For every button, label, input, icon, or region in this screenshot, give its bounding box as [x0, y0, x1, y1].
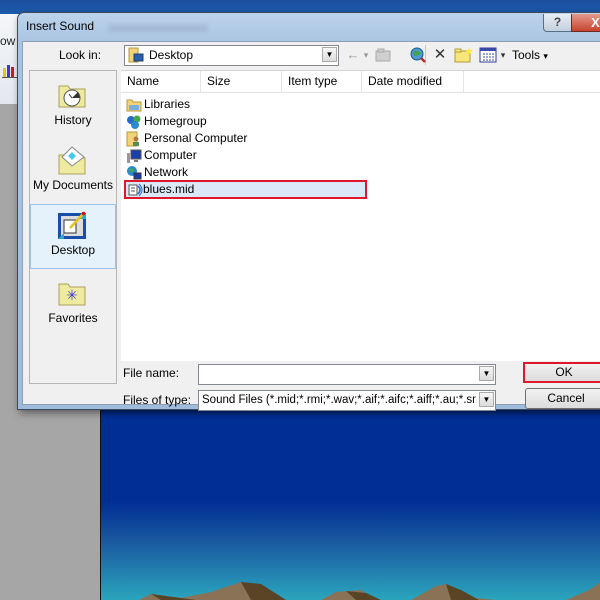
delete-icon[interactable]: ✕: [432, 46, 448, 64]
mountain-graphic: [139, 582, 600, 600]
back-dropdown-icon[interactable]: ▾: [362, 46, 370, 64]
tools-dropdown-icon: ▾: [543, 51, 548, 61]
list-item[interactable]: Computer: [126, 147, 366, 164]
files-of-type-label: Files of type:: [123, 393, 192, 407]
user-folder-icon: [126, 131, 139, 147]
column-item-type[interactable]: Item type: [282, 71, 362, 92]
slide-canvas[interactable]: [100, 402, 600, 600]
computer-icon: [127, 149, 142, 163]
insert-sound-dialog: Insert Sound ? X Look in: Desktop ▼ ← ▾ …: [17, 12, 600, 411]
file-name-label: File name:: [123, 366, 180, 380]
network-icon: [127, 166, 142, 180]
svg-text:✳: ✳: [66, 287, 78, 303]
place-history[interactable]: History: [30, 75, 116, 137]
my-documents-icon: [58, 146, 86, 175]
list-item[interactable]: Homegroup: [126, 113, 366, 130]
back-arrow-icon[interactable]: ←: [345, 46, 361, 64]
file-name: Computer: [144, 148, 197, 162]
ribbon-tab-fragment: ow: [0, 34, 16, 48]
dialog-client-area: Look in: Desktop ▼ ← ▾ ✕ ▾ Tools ▾ Histo…: [22, 41, 600, 411]
list-item[interactable]: Personal Computer: [126, 130, 366, 147]
list-item[interactable]: Network: [126, 164, 366, 181]
tools-label: Tools: [512, 48, 541, 62]
chevron-down-icon[interactable]: ▼: [479, 392, 494, 407]
new-folder-icon[interactable]: [454, 46, 474, 64]
place-favorites[interactable]: ✳ Favorites: [30, 273, 116, 335]
homegroup-icon: [127, 115, 141, 129]
list-item-selected[interactable]: blues.mid: [124, 180, 367, 199]
chevron-down-icon[interactable]: ▼: [479, 366, 494, 381]
chevron-down-icon[interactable]: ▼: [322, 47, 337, 62]
place-label: History: [54, 113, 92, 127]
desktop-folder-icon: [128, 47, 144, 63]
libraries-icon: [126, 99, 142, 112]
file-name: Libraries: [144, 97, 191, 111]
ok-button[interactable]: OK: [523, 362, 600, 383]
file-list-header: Name Size Item type Date modified: [121, 71, 600, 93]
file-name-input[interactable]: ▼: [198, 364, 496, 385]
column-date-modified[interactable]: Date modified: [362, 71, 464, 92]
column-name[interactable]: Name: [121, 71, 201, 92]
column-size[interactable]: Size: [201, 71, 282, 92]
file-name: Homegroup: [144, 114, 207, 128]
views-icon[interactable]: [479, 46, 497, 64]
dialog-title: Insert Sound: [26, 19, 95, 33]
place-desktop[interactable]: Desktop: [30, 204, 116, 269]
title-bar-blur: [108, 24, 208, 32]
favorites-folder-icon: ✳: [58, 283, 86, 306]
close-button[interactable]: X: [571, 14, 600, 32]
tools-menu[interactable]: Tools ▾: [512, 48, 548, 62]
files-of-type-select[interactable]: Sound Files (*.mid;*.rmi;*.wav;*.aif;*.a…: [198, 390, 496, 411]
place-label: My Documents: [32, 178, 114, 192]
look-in-value: Desktop: [149, 48, 194, 62]
history-folder-icon: [58, 85, 86, 108]
folder-up-icon[interactable]: [374, 46, 392, 64]
bar-chart-icon[interactable]: [2, 62, 18, 78]
list-item[interactable]: Libraries: [126, 96, 366, 113]
places-bar: History My Documents Desktop ✳ Favorites: [29, 70, 117, 384]
help-button[interactable]: ?: [543, 14, 572, 32]
desktop-icon: [58, 211, 86, 239]
look-in-label: Look in:: [59, 48, 102, 62]
place-my-documents[interactable]: My Documents: [30, 140, 116, 202]
file-name: Network: [144, 165, 189, 179]
file-list[interactable]: Name Size Item type Date modified Librar…: [121, 70, 600, 361]
file-name: blues.mid: [143, 182, 195, 196]
files-of-type-value: Sound Files (*.mid;*.rmi;*.wav;*.aif;*.a…: [202, 394, 476, 406]
file-name: Personal Computer: [144, 131, 248, 145]
search-web-icon[interactable]: [409, 46, 427, 64]
place-label: Desktop: [50, 243, 96, 257]
look-in-dropdown[interactable]: Desktop ▼: [124, 45, 339, 66]
cancel-button[interactable]: Cancel: [525, 388, 600, 409]
views-dropdown-icon[interactable]: ▾: [499, 46, 507, 64]
place-label: Favorites: [48, 311, 98, 325]
midi-file-icon: [128, 183, 143, 197]
